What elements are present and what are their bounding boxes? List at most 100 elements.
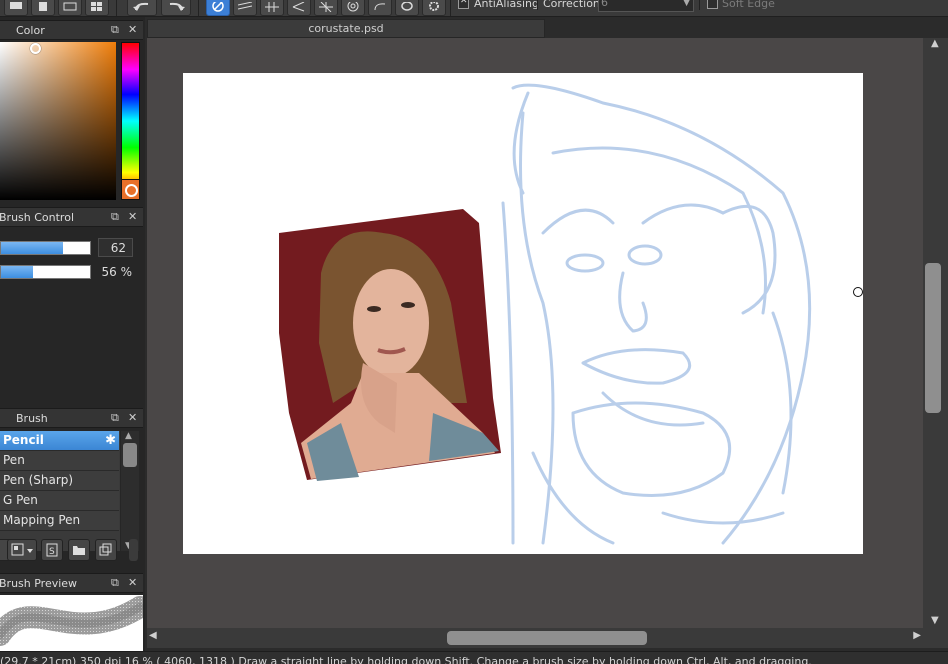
left-dock: Color ⧉ ✕ Brush Control ⧉ ✕ 62 56 % Brus… [0,17,145,651]
no-ruler-icon [212,2,224,12]
brush-preview-area [0,595,143,651]
grid-icon [91,2,102,11]
hue-slider[interactable] [121,42,140,200]
brush-size-fill [1,242,63,254]
horizontal-scroll-thumb[interactable] [447,631,647,645]
color-panel-title: Color [16,24,45,37]
close-icon[interactable]: ✕ [128,411,137,424]
grid-lines-icon [265,2,279,12]
popout-icon[interactable]: ⧉ [111,23,119,37]
concentric-circles-icon [347,2,359,12]
brush-density-value[interactable]: 56 % [96,263,138,282]
scrollbar-corner [923,628,948,648]
brush-item-label: Pencil [3,433,44,447]
vertical-scrollbar[interactable]: ▲ ▼ [923,38,948,628]
antialiasing-checkbox[interactable] [458,0,469,9]
brush-item-label: Pen (Sharp) [3,473,74,487]
brush-density-slider[interactable] [0,265,91,279]
curve-button[interactable] [368,0,392,16]
panel-resize-handle[interactable] [129,539,138,561]
brush-list-scrollbar[interactable]: ▲ ▼ [121,431,139,551]
brush-size-slider[interactable] [0,241,91,255]
parallel-lines-button[interactable] [233,0,257,16]
brush-stroke-preview [0,596,143,646]
perspective-icon [292,2,305,12]
brush-control-title: Brush Control [0,211,75,224]
brush-type-dropdown[interactable] [7,539,37,561]
folder-button[interactable] [68,539,90,561]
brush-density-fill [1,266,33,278]
correction-select[interactable]: 6 ▼ [598,0,694,12]
redo-icon [169,2,185,11]
layout-button[interactable] [58,0,82,16]
brush-item-label: Mapping Pen [3,513,81,527]
gear-icon [429,2,439,11]
status-bar: (29.7 * 21cm) 350 dpi 16 % ( 4060, 1318 … [0,651,948,664]
brush-item-label: Pen [3,453,25,467]
ellipse-button[interactable] [395,0,419,16]
brush-panel-header: Brush ⧉ ✕ [0,408,143,428]
scroll-down-icon[interactable]: ▼ [931,615,939,626]
file-icon: S [46,543,58,557]
chat-icon [10,2,22,9]
redo-button[interactable] [161,0,191,16]
horizontal-scrollbar[interactable]: ◀ ▶ [147,628,923,648]
color-saturation-value-picker[interactable] [0,42,116,200]
vertical-scroll-thumb[interactable] [925,263,941,413]
scroll-thumb[interactable] [123,443,137,467]
brush-item-pen[interactable]: Pen [0,451,119,471]
radial-button[interactable] [314,0,338,16]
scroll-left-icon[interactable]: ◀ [149,630,157,641]
scroll-up-icon[interactable]: ▲ [931,38,939,49]
softedge-checkbox[interactable] [707,0,718,9]
popout-icon[interactable]: ⧉ [111,411,119,425]
close-icon[interactable]: ✕ [128,210,137,223]
color-picker-cursor[interactable] [30,43,41,54]
brush-cursor [853,287,863,297]
scroll-right-icon[interactable]: ▶ [913,630,921,641]
ellipse-icon [401,2,413,11]
gear-icon[interactable]: ✱ [105,431,116,450]
brush-size-value[interactable]: 62 [98,238,133,257]
hue-indicator[interactable] [121,179,140,200]
status-text: (29.7 * 21cm) 350 dpi 16 % ( 4060, 1318 … [0,655,812,664]
canvas-artwork [279,83,812,545]
brush-item-pencil[interactable]: Pencil ✱ [0,431,119,451]
scroll-up-icon[interactable]: ▲ [125,431,132,441]
brush-item-mapping-pen[interactable]: Mapping Pen [0,511,119,531]
radial-icon [319,2,333,12]
popout-icon[interactable]: ⧉ [111,210,119,224]
copy-icon [99,543,112,556]
parallel-lines-icon [238,2,252,10]
save-brush-button[interactable]: S [41,539,63,561]
antialiasing-label: AntiAliasing [474,0,539,10]
layout-icon [63,2,77,11]
grid-ruler-button[interactable] [260,0,284,16]
reference-photo [279,209,501,481]
close-icon[interactable]: ✕ [128,23,137,36]
duplicate-brush-button[interactable] [95,539,117,561]
curve-icon [374,3,386,11]
ruler-off-button[interactable] [206,0,230,16]
document-button[interactable] [31,0,55,16]
correction-label: Correction [543,0,600,10]
perspective-button[interactable] [287,0,311,16]
concentric-button[interactable] [341,0,365,16]
folder-icon [73,546,85,555]
ruler-settings-button[interactable] [422,0,446,16]
grid-view-button[interactable] [85,0,109,16]
chevron-down-icon: ▼ [683,0,690,8]
drawing-canvas[interactable] [183,73,863,554]
pencil-sketch [501,83,812,545]
undo-icon [133,2,149,11]
brush-item-g-pen[interactable]: G Pen [0,491,119,511]
brush-item-pen-sharp[interactable]: Pen (Sharp) [0,471,119,491]
brush-preview-title: Brush Preview [0,577,78,590]
document-tab[interactable]: corustate.psd [147,19,545,38]
undo-button[interactable] [127,0,157,16]
brush-list: Pencil ✱ Pen Pen (Sharp) G Pen Mapping P… [0,431,120,551]
close-icon[interactable]: ✕ [128,576,137,589]
popout-icon[interactable]: ⧉ [111,576,119,590]
new-file-button[interactable] [4,0,28,16]
color-panel-header: Color ⧉ ✕ [0,20,143,40]
